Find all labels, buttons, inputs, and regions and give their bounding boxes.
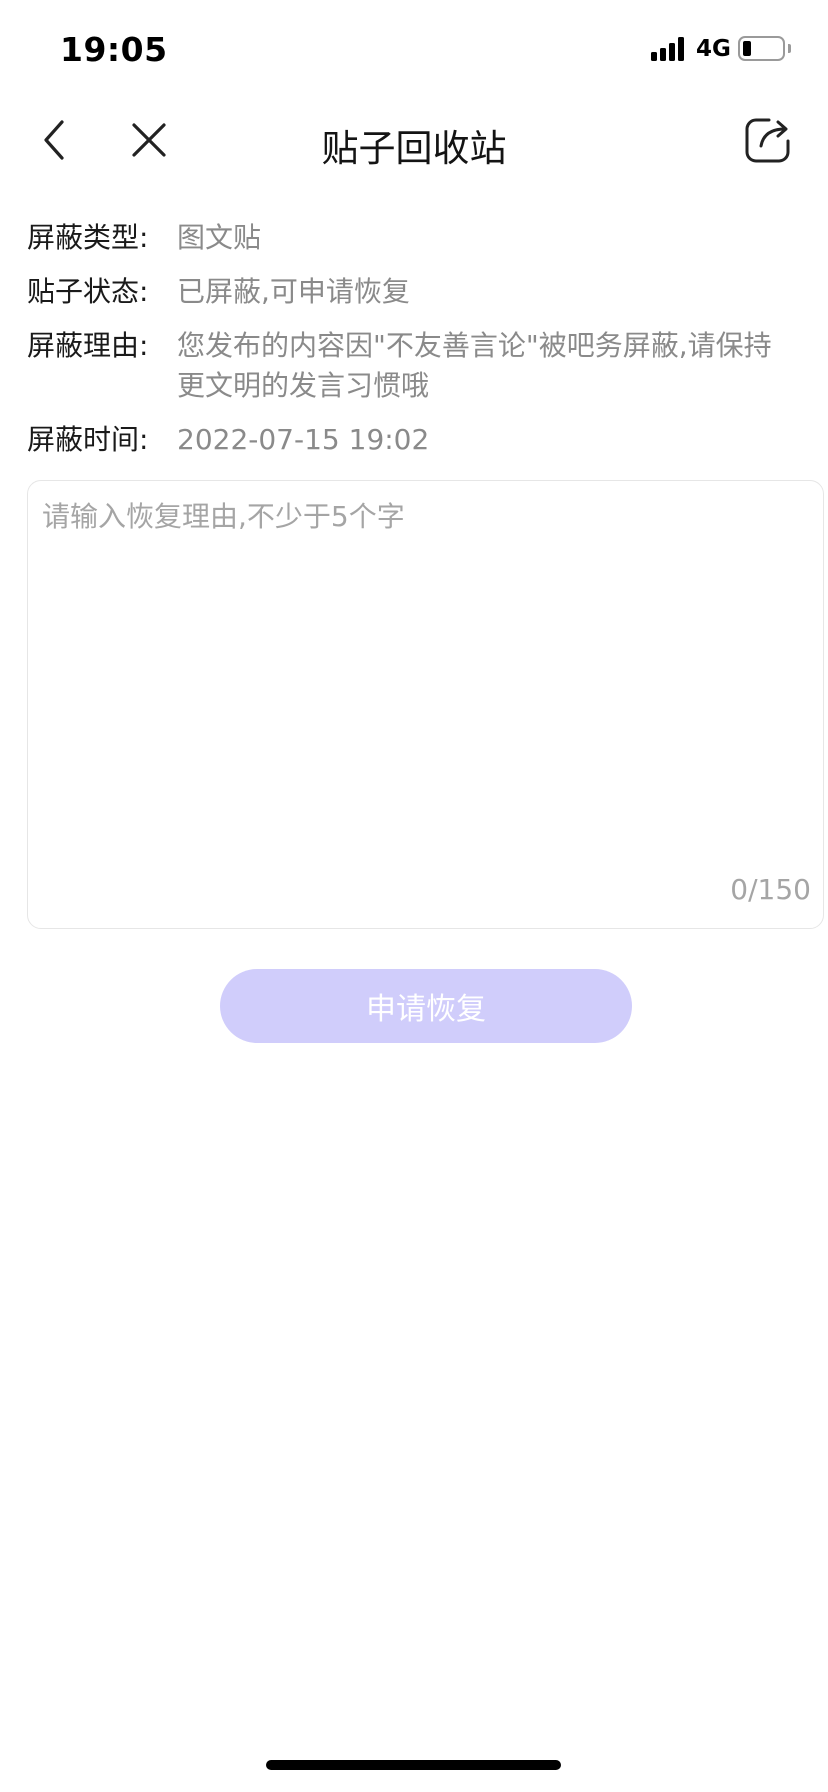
status-label: 贴子状态: (27, 275, 149, 308)
info-row-type: 屏蔽类型: 图文贴 (27, 218, 787, 258)
nav-bar: 贴子回收站 (0, 100, 828, 180)
type-value: 图文贴 (177, 221, 262, 254)
signal-icon (651, 37, 687, 61)
time-label: 屏蔽时间: (27, 423, 149, 456)
battery-icon (738, 36, 785, 61)
status-time: 19:05 (60, 30, 168, 69)
page-title: 贴子回收站 (321, 127, 507, 170)
screen: 19:05 4G 贴子回收站 屏蔽类型: 图文贴 贴子状态: 已屏蔽,可申请恢复… (0, 0, 828, 1792)
status-value: 已屏蔽,可申请恢复 (177, 275, 410, 308)
char-count: 0/150 (730, 873, 811, 906)
status-bar: 19:05 4G (0, 0, 828, 100)
restore-reason-input[interactable] (42, 497, 802, 837)
info-row-reason: 屏蔽理由: 您发布的内容因"不友善言论"被吧务屏蔽,请保持更文明的发言习惯哦 (27, 326, 787, 406)
home-indicator[interactable] (266, 1760, 561, 1770)
battery-cap (788, 44, 791, 53)
info-row-status: 贴子状态: 已屏蔽,可申请恢复 (27, 272, 787, 312)
reason-label: 屏蔽理由: (27, 329, 149, 362)
info-row-time: 屏蔽时间: 2022-07-15 19:02 (27, 420, 787, 460)
reason-value: 您发布的内容因"不友善言论"被吧务屏蔽,请保持更文明的发言习惯哦 (177, 329, 772, 402)
type-label: 屏蔽类型: (27, 221, 149, 254)
restore-reason-box: 0/150 (27, 480, 824, 929)
battery-level (743, 41, 751, 56)
time-value: 2022-07-15 19:02 (177, 423, 430, 456)
apply-restore-button[interactable]: 申请恢复 (220, 969, 632, 1043)
network-label: 4G (696, 36, 731, 62)
share-button[interactable] (733, 100, 803, 180)
block-info: 屏蔽类型: 图文贴 贴子状态: 已屏蔽,可申请恢复 屏蔽理由: 您发布的内容因"… (27, 218, 787, 472)
share-icon (745, 118, 790, 163)
